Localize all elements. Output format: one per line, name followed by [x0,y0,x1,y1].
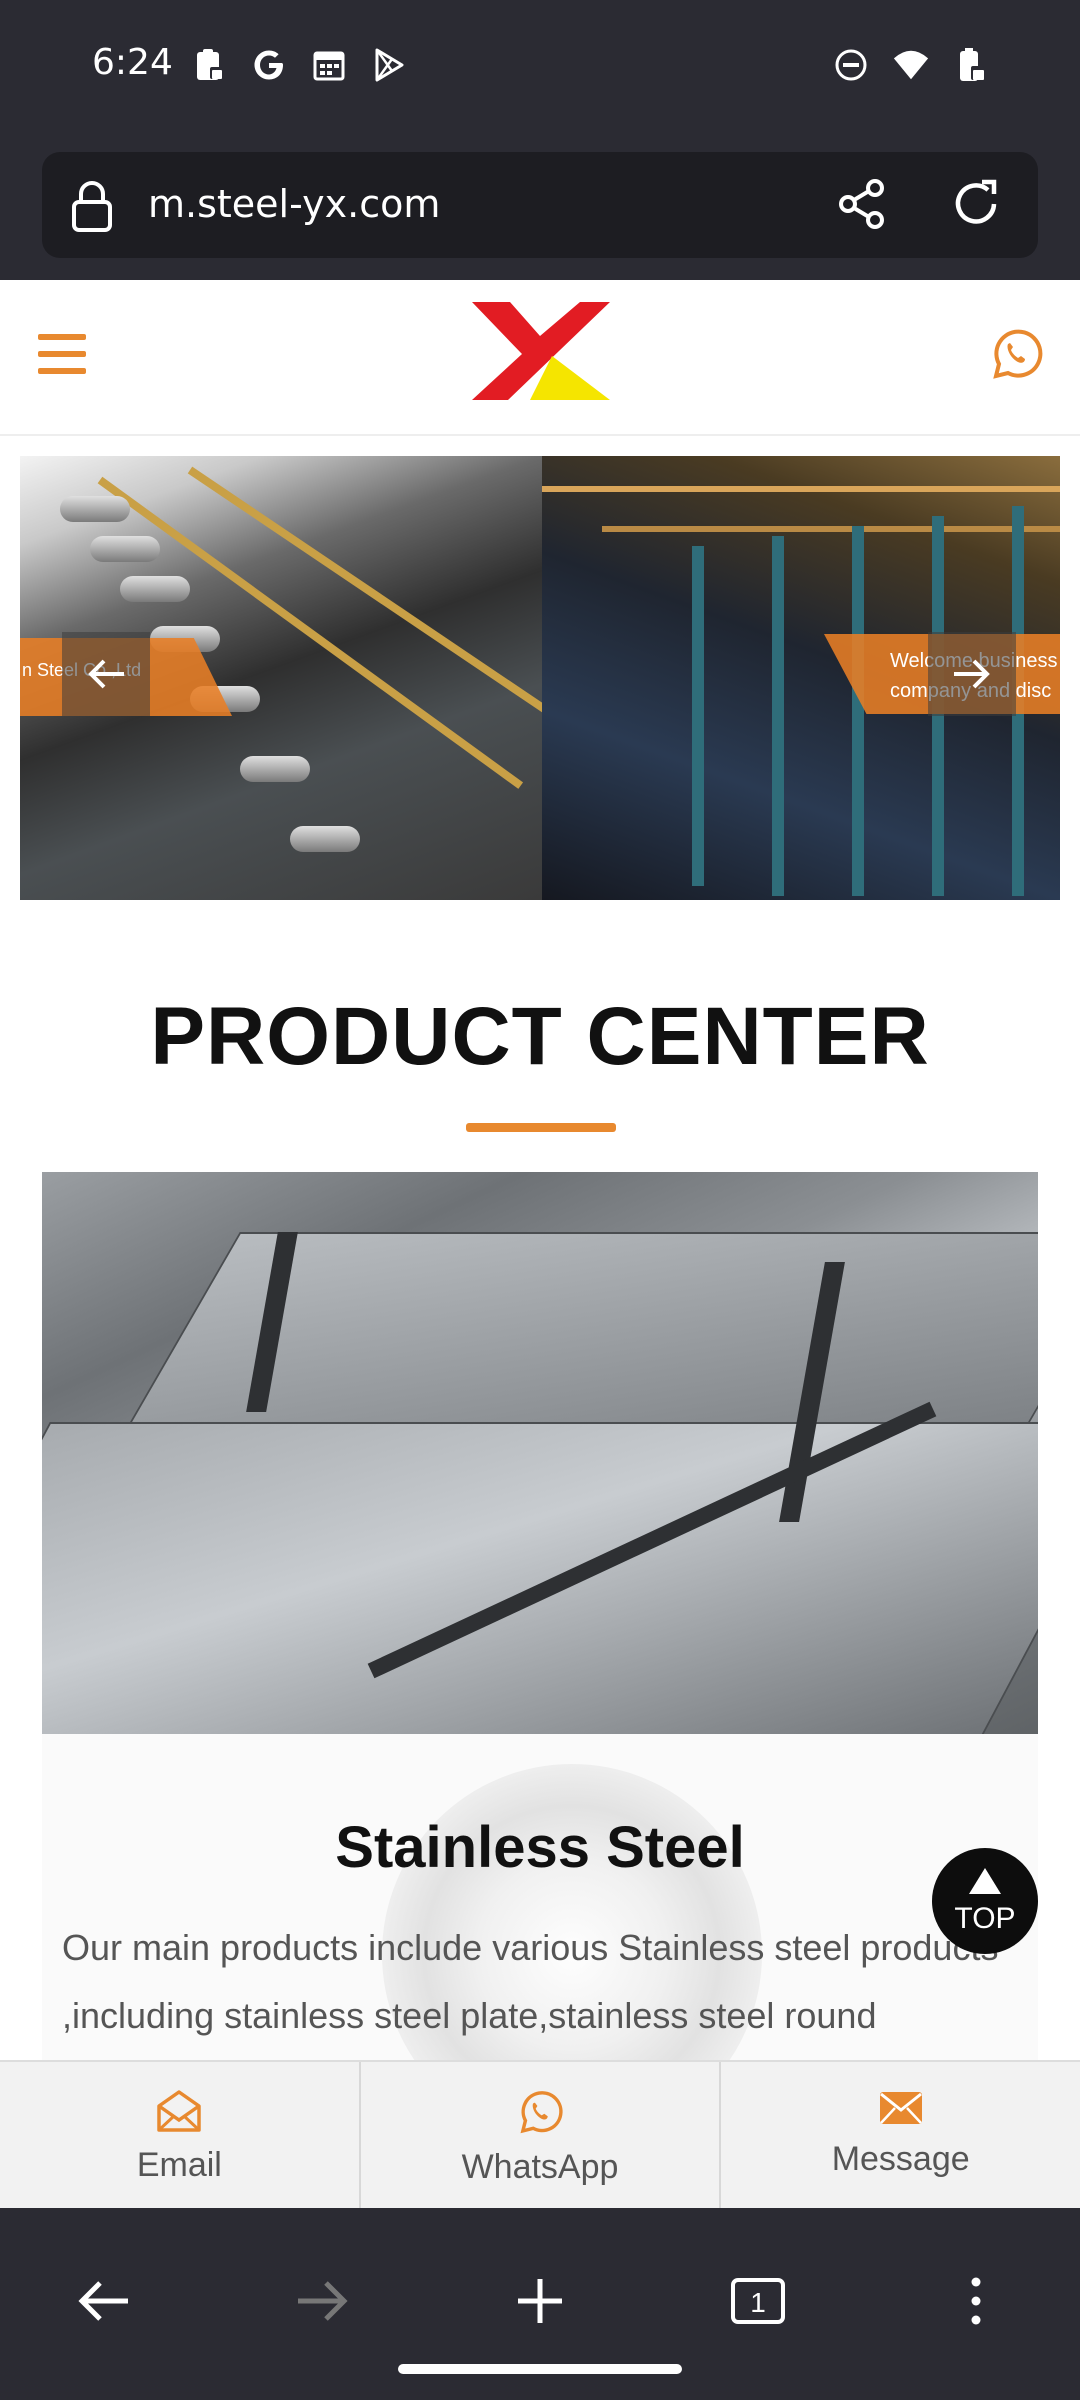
share-icon[interactable] [836,178,888,235]
back-to-top-label: TOP [954,1902,1016,1935]
contact-bar: Email WhatsApp Message [0,2060,1080,2208]
tab-switcher-button[interactable]: 1 [710,2266,806,2336]
address-bar[interactable]: m.steel-yx.com [42,152,1038,258]
more-menu-button[interactable] [928,2266,1024,2336]
message-button[interactable]: Message [721,2062,1080,2208]
status-bar: 6:24 [0,0,1080,136]
email-label: Email [136,2146,222,2184]
svg-text:1: 1 [750,2287,766,2318]
slider-prev-button[interactable] [62,632,150,716]
plus-icon [518,2279,562,2323]
whatsapp-icon [520,2091,563,2134]
arrow-up-icon [969,1868,1001,1894]
product-description: Our main products include various Stainl… [62,1927,999,2036]
system-icons [832,46,990,84]
site-header [0,280,1080,436]
product-image[interactable] [42,1172,1038,1734]
google-icon [250,46,288,84]
lock-icon[interactable] [70,178,114,239]
status-time: 6:24 [92,42,173,83]
url-text[interactable]: m.steel-yx.com [148,182,440,226]
menu-icon[interactable] [38,334,86,374]
more-vertical-icon [971,2277,981,2325]
notification-icons [190,46,408,84]
web-page: n Steel Co.,Ltd Welcome business company… [0,280,1080,2208]
battery-lock-icon [952,46,990,84]
email-open-icon [157,2090,202,2132]
do-not-disturb-icon [832,46,870,84]
whatsapp-label: WhatsApp [461,2148,619,2186]
reload-icon[interactable] [948,176,1004,237]
title-underline [466,1123,616,1132]
tabs-icon: 1 [731,2278,785,2324]
play-store-icon [370,46,408,84]
envelope-icon [879,2092,922,2124]
arrow-right-icon [954,659,990,689]
clipboard-lock-icon [190,46,228,84]
section-title: PRODUCT CENTER [150,991,930,1082]
hero-slider[interactable]: n Steel Co.,Ltd Welcome business company… [20,456,1060,900]
whatsapp-button[interactable]: WhatsApp [361,2062,722,2208]
wifi-icon [892,46,930,84]
arrow-left-icon [88,659,124,689]
email-button[interactable]: Email [0,2062,361,2208]
new-tab-button[interactable] [492,2266,588,2336]
calendar-icon [310,46,348,84]
back-button[interactable] [56,2266,152,2336]
product-title[interactable]: Stainless Steel [42,1814,1038,1881]
whatsapp-icon[interactable] [988,326,1044,387]
home-indicator[interactable] [398,2364,682,2374]
forward-button[interactable] [274,2266,370,2336]
site-logo[interactable] [468,300,612,404]
back-arrow-icon [78,2281,128,2321]
forward-arrow-icon [298,2281,348,2321]
slider-next-button[interactable] [928,632,1016,716]
message-label: Message [831,2140,970,2178]
back-to-top-button[interactable]: TOP [932,1848,1038,1954]
